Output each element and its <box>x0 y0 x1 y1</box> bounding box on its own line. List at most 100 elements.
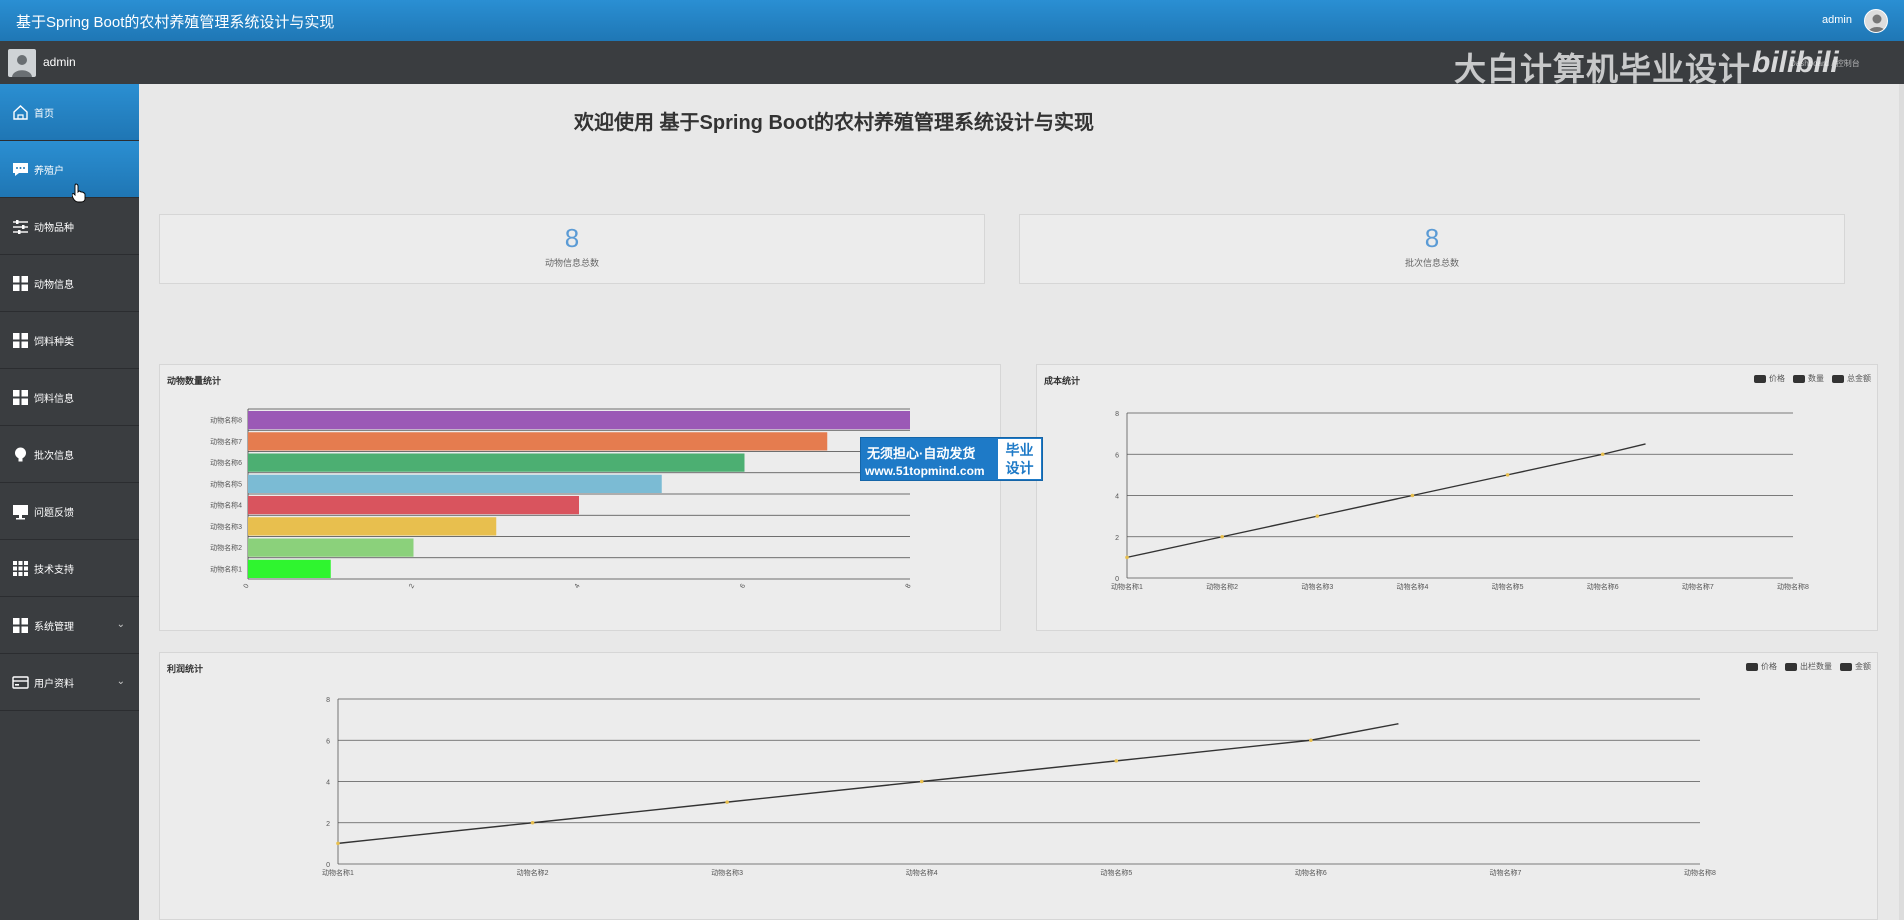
series-line <box>337 723 1399 845</box>
main-content: 欢迎使用 基于Spring Boot的农村养殖管理系统设计与实现 8 动物信息总… <box>139 84 1904 920</box>
bar <box>248 474 662 493</box>
category-tick-label: 动物名称4 <box>210 501 242 510</box>
user-avatar-icon <box>1868 14 1886 32</box>
sidebar-username: admin <box>43 55 76 69</box>
data-point <box>725 800 729 804</box>
y-tick-label: 0 <box>326 862 330 869</box>
x-tick-label: 动物名称5 <box>1100 868 1132 877</box>
cost-chart: 0 2 4 6 8 动物名称1 动物名称2 动物名称3 动物名称4 动物名称5 动物名称6 动物名称7… <box>1111 411 1809 591</box>
profit-chart-panel: 利润统计 价格 出栏数量 金额 0 2 4 6 8 动物名称1 动物名称2 动物名称3 动物名称… <box>159 652 1878 920</box>
stat-label: 批次信息总数 <box>1404 258 1459 268</box>
card-icon <box>12 674 29 691</box>
animal-count-chart: 动物名称8 动物名称7 动物名称6 动物名称5 动物名称4 动物名称3 动物名称2 动物名称1… <box>210 408 913 590</box>
page-title: 欢迎使用 基于Spring Boot的农村养殖管理系统设计与实现 <box>574 112 1094 134</box>
sidebar-item-tech-support[interactable]: 技术支持 <box>0 540 139 597</box>
home-icon <box>12 104 29 121</box>
apps-icon <box>12 560 29 577</box>
sidebar-item-label: 首页 <box>34 108 54 120</box>
bar <box>248 517 497 536</box>
y-tick-label: 6 <box>1115 452 1119 459</box>
stat-label: 动物信息总数 <box>544 258 599 268</box>
ad-banner[interactable]: 无须担心·自动发货 www.51topmind.com 毕业 设计 <box>860 437 1043 481</box>
x-tick-label: 动物名称2 <box>1206 582 1238 591</box>
stat-card-batches: 8 批次信息总数 <box>1019 214 1845 284</box>
bar <box>248 453 745 472</box>
profit-chart: 0 2 4 6 8 动物名称1 动物名称2 动物名称3 动物名称4 动物名称5 动物名称6 动物名称7… <box>322 697 1716 877</box>
x-tick-label: 动物名称8 <box>1684 868 1716 877</box>
x-tick-label: 动物名称5 <box>1492 582 1524 591</box>
x-tick-label: 6 <box>739 583 747 590</box>
x-tick-label: 动物名称6 <box>1295 868 1327 877</box>
data-point <box>1114 759 1119 763</box>
x-tick-label: 0 <box>243 583 251 590</box>
category-tick-label: 动物名称2 <box>210 543 242 552</box>
y-tick-label: 4 <box>1115 494 1119 501</box>
x-tick-label: 动物名称3 <box>1301 582 1333 591</box>
grid-icon <box>12 275 29 292</box>
data-point <box>1410 493 1415 498</box>
sidebar-item-label: 饲料种类 <box>34 336 74 348</box>
app-title: 基于Spring Boot的农村养殖管理系统设计与实现 <box>16 14 335 31</box>
avatar[interactable] <box>1864 9 1888 33</box>
sidebar-item-batch-info[interactable]: 批次信息 <box>0 426 139 483</box>
sidebar-item-animal-info[interactable]: 动物信息 <box>0 255 139 312</box>
header-username[interactable]: admin <box>1822 14 1852 26</box>
bar <box>248 411 910 430</box>
breadcrumb[interactable]: Dashboard / 控制台 <box>1790 58 1860 69</box>
sidebar-item-label: 动物品种 <box>34 222 74 234</box>
x-tick-label: 动物名称1 <box>1111 582 1143 591</box>
chevron-down-icon: ⌄ <box>116 619 125 630</box>
data-point <box>919 779 924 784</box>
sidebar-avatar[interactable] <box>8 49 36 77</box>
chevron-down-icon: ⌄ <box>116 676 125 687</box>
category-tick-label: 动物名称5 <box>210 479 242 488</box>
ad-text: 无须担心·自动发货 <box>867 446 976 461</box>
sidebar-item-feed-type[interactable]: 饲料种类 <box>0 312 139 369</box>
category-tick-label: 动物名称6 <box>210 458 242 467</box>
sub-header: admin 大白计算机毕业设计 bilibili Dashboard / 控制台 <box>0 41 1904 87</box>
grid-icon <box>12 389 29 406</box>
sidebar-item-label: 用户资料 <box>34 678 74 690</box>
sidebar-item-feedback[interactable]: 问题反馈 <box>0 483 139 540</box>
data-point <box>1505 473 1510 477</box>
category-tick-label: 动物名称1 <box>210 564 242 573</box>
sidebar-item-system-admin[interactable]: 系统管理 ⌄ <box>0 597 139 654</box>
sidebar-item-label: 问题反馈 <box>34 507 74 519</box>
y-tick-label: 2 <box>326 821 330 828</box>
x-tick-label: 动物名称7 <box>1489 868 1521 877</box>
sliders-icon <box>12 218 29 235</box>
x-tick-label: 2 <box>408 583 416 590</box>
category-tick-label: 动物名称8 <box>210 416 242 425</box>
sidebar-item-home[interactable]: 首页 <box>0 84 139 141</box>
grid-icon <box>12 617 29 634</box>
sidebar-item-label: 系统管理 <box>34 621 74 633</box>
bar <box>248 538 414 557</box>
x-tick-label: 动物名称1 <box>322 868 354 877</box>
sidebar-item-label: 批次信息 <box>34 450 74 462</box>
data-point <box>1315 514 1320 518</box>
x-tick-label: 动物名称6 <box>1587 582 1619 591</box>
sidebar-item-user-profile[interactable]: 用户资料 ⌄ <box>0 654 139 711</box>
bulb-icon <box>12 446 29 463</box>
sidebar-item-label: 动物信息 <box>34 279 74 291</box>
sidebar-item-feed-info[interactable]: 饲料信息 <box>0 369 139 426</box>
sidebar-item-animal-breed[interactable]: 动物品种 <box>0 198 139 255</box>
y-tick-label: 2 <box>1115 535 1119 542</box>
sidebar-item-farmer[interactable]: 养殖户 <box>0 141 139 203</box>
y-tick-label: 6 <box>326 738 330 745</box>
data-point <box>1220 534 1224 539</box>
top-header: 基于Spring Boot的农村养殖管理系统设计与实现 admin <box>0 0 1904 41</box>
monitor-icon <box>12 503 29 520</box>
ad-badge-line: 毕业 <box>1005 442 1034 458</box>
x-tick-label: 动物名称4 <box>906 868 938 877</box>
y-tick-label: 4 <box>326 780 330 787</box>
animal-count-chart-panel: 动物数量统计 动物名称8 动物名称7 动物名称6 动物名称5 动物名称4 动物名称3 动物名… <box>159 364 1001 631</box>
ad-badge-line: 设计 <box>1005 460 1034 476</box>
bar <box>248 559 331 578</box>
page-scrollbar[interactable] <box>1899 84 1904 920</box>
sidebar-item-label: 技术支持 <box>34 564 74 576</box>
y-tick-label: 0 <box>1115 576 1119 583</box>
x-tick-label: 动物名称7 <box>1682 582 1714 591</box>
stat-value: 8 <box>1424 223 1440 253</box>
user-avatar-icon <box>12 55 32 77</box>
